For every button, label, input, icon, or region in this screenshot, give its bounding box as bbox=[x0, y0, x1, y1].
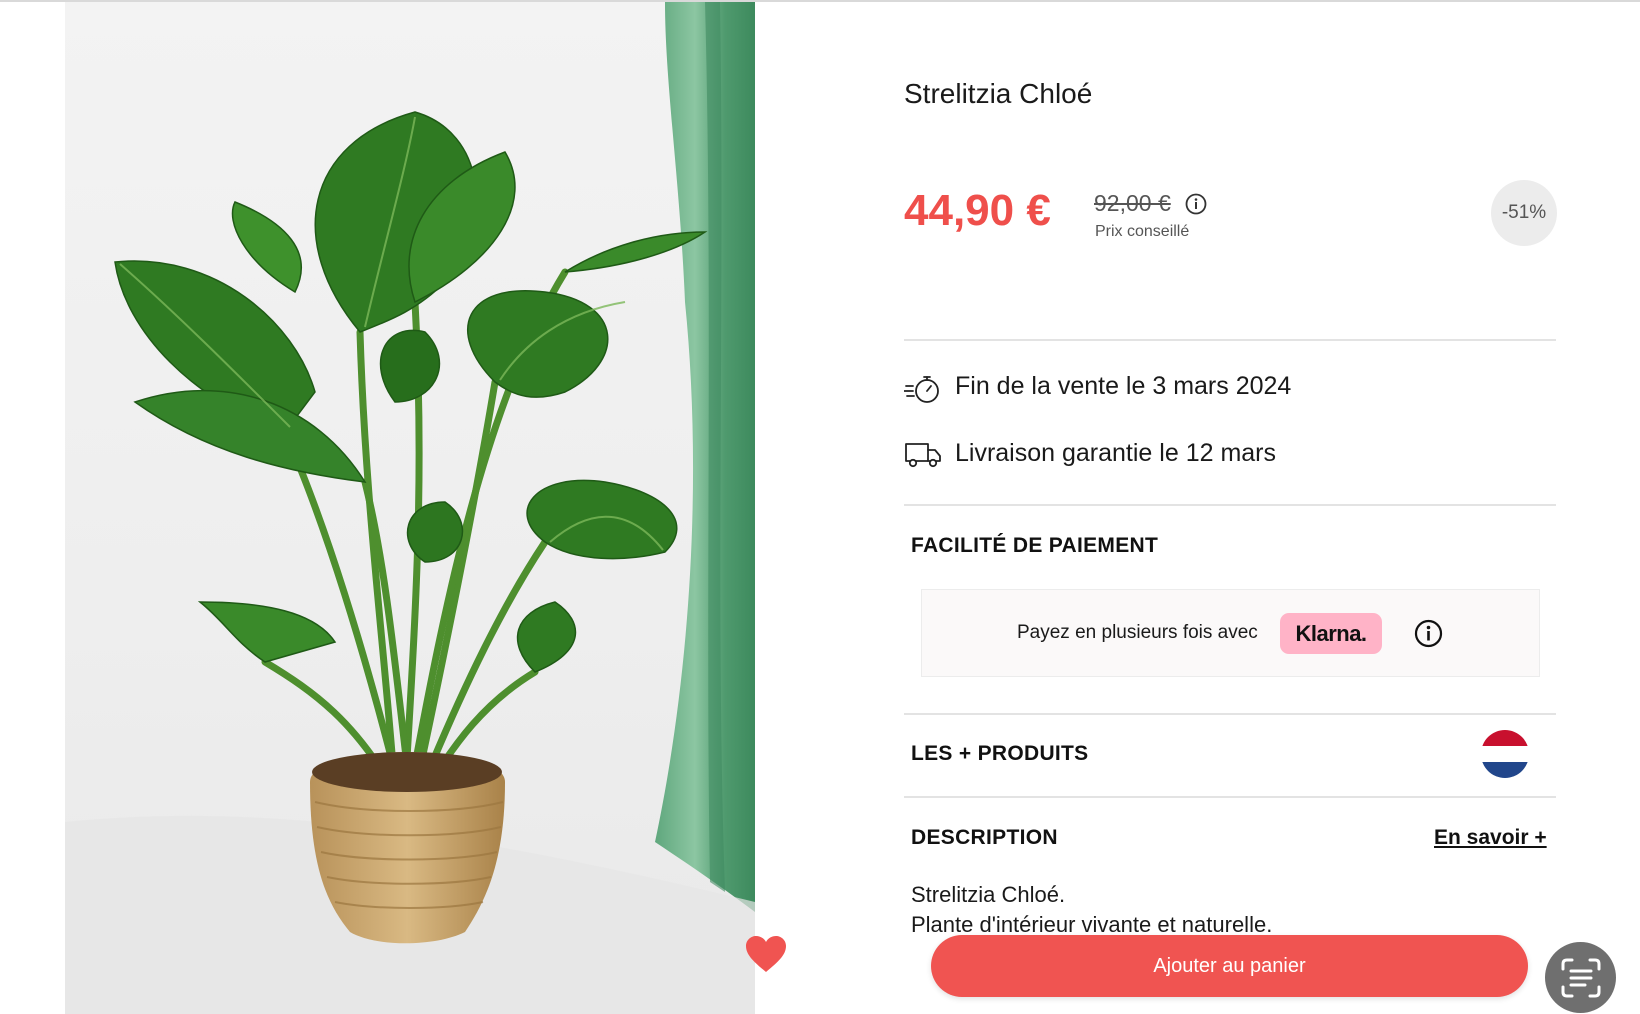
original-price: 92,00 € bbox=[1094, 190, 1171, 216]
product-title: Strelitzia Chloé bbox=[904, 78, 1093, 109]
read-more-link[interactable]: En savoir + bbox=[1434, 826, 1547, 850]
klarna-logo: Klarna. bbox=[1280, 613, 1382, 654]
favorite-heart-icon[interactable] bbox=[744, 934, 788, 974]
discount-badge: -51% bbox=[1491, 180, 1557, 246]
divider bbox=[904, 504, 1556, 506]
product-image bbox=[65, 2, 755, 1014]
description-line: Strelitzia Chloé. bbox=[911, 882, 1066, 907]
scan-icon[interactable] bbox=[1545, 942, 1616, 1013]
netherlands-flag-icon bbox=[1481, 730, 1529, 778]
divider bbox=[904, 796, 1556, 798]
payment-section-title: FACILITÉ DE PAIEMENT bbox=[911, 534, 1159, 557]
divider bbox=[904, 339, 1556, 341]
delivery-text: Livraison garantie le 12 mars bbox=[955, 439, 1276, 467]
description-section-title: DESCRIPTION bbox=[911, 826, 1058, 849]
product-photo-illustration bbox=[65, 2, 755, 1014]
price-note: Prix conseillé bbox=[1095, 223, 1190, 240]
extras-section-title[interactable]: LES + PRODUITS bbox=[911, 742, 1088, 766]
stopwatch-icon bbox=[903, 374, 942, 404]
current-price: 44,90 € bbox=[904, 186, 1051, 235]
klarna-text: Payez en plusieurs fois avec bbox=[1017, 622, 1258, 643]
delivery-truck-icon bbox=[904, 440, 942, 470]
price-info-icon[interactable] bbox=[1185, 193, 1207, 215]
klarna-info-icon[interactable] bbox=[1414, 619, 1443, 648]
add-to-cart-button[interactable]: Ajouter au panier bbox=[931, 935, 1528, 997]
divider bbox=[904, 713, 1556, 715]
sale-end-text: Fin de la vente le 3 mars 2024 bbox=[955, 372, 1292, 400]
